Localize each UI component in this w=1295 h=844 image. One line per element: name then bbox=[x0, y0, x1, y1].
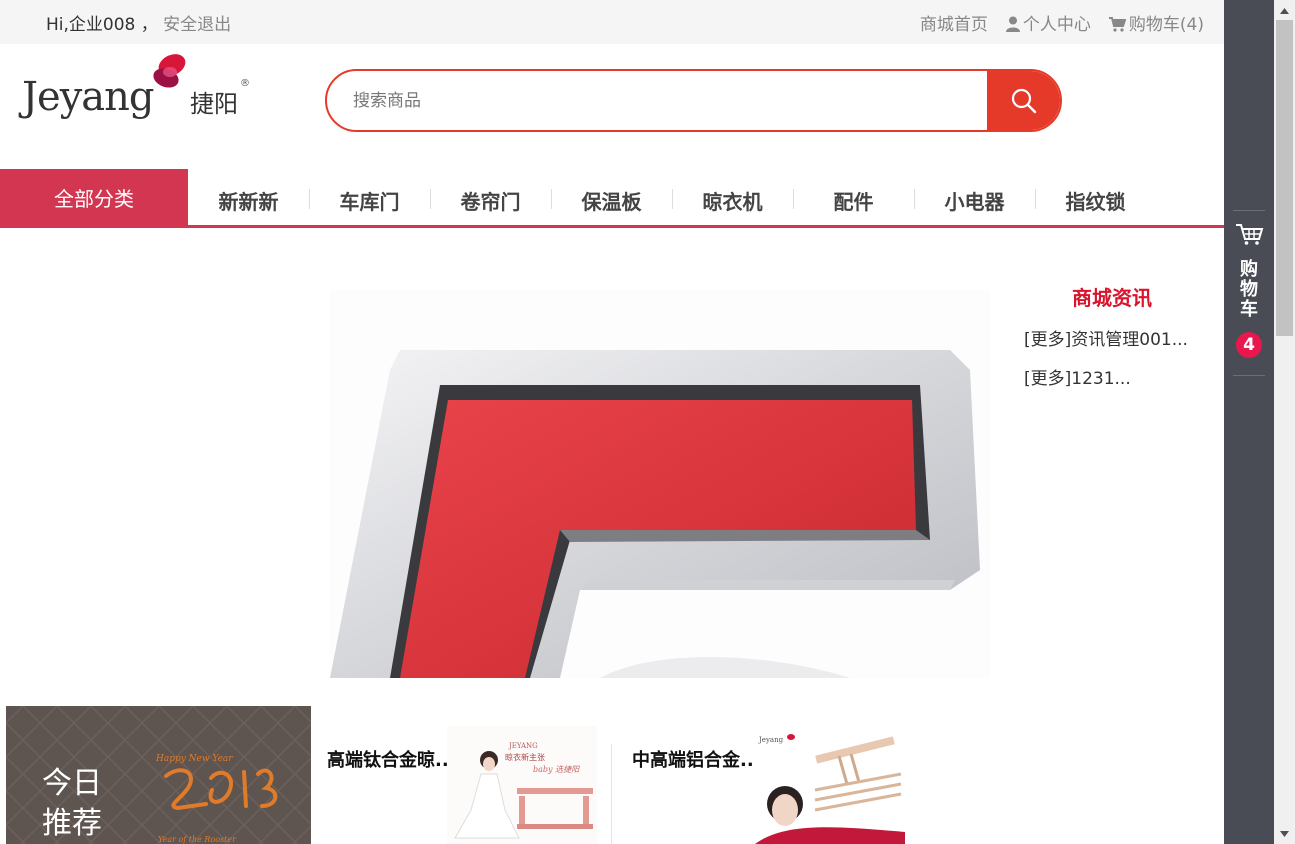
banner-image bbox=[330, 350, 980, 678]
product-name: 高端钛合金晾... bbox=[327, 750, 456, 771]
product-card[interactable]: 中高端铝合金... Jeyang bbox=[632, 706, 912, 844]
product-image: Jeyang bbox=[755, 726, 905, 844]
all-categories-button[interactable]: 全部分类 bbox=[0, 169, 188, 226]
account-link[interactable]: 个人中心 bbox=[1005, 10, 1091, 35]
today-label-line2: 推荐 bbox=[42, 806, 102, 841]
cart-link[interactable]: 购物车(4) bbox=[1108, 10, 1204, 35]
sidebar-cart-char: 车 bbox=[1240, 299, 1258, 320]
nav-item-accessories[interactable]: 配件 bbox=[793, 169, 914, 226]
cart-icon bbox=[1108, 17, 1126, 32]
nav-item-garage-door[interactable]: 车库门 bbox=[309, 169, 430, 226]
news-title: 商城资讯 bbox=[1072, 286, 1152, 310]
promo-banner[interactable] bbox=[330, 290, 990, 678]
sidebar-cart-char: 物 bbox=[1240, 279, 1258, 300]
svg-text:Happy New Year: Happy New Year bbox=[155, 754, 233, 764]
nav-item-fingerprint-lock[interactable]: 指纹锁 bbox=[1035, 169, 1156, 226]
sidebar-cart-label: 购 物 车 bbox=[1224, 260, 1274, 320]
logo-text-en: Jeyang bbox=[22, 74, 155, 120]
logo-mark-icon bbox=[153, 54, 186, 88]
sidebar-divider bbox=[1233, 210, 1265, 211]
nav-item-insulation-board[interactable]: 保温板 bbox=[551, 169, 672, 226]
page-scrollbar[interactable] bbox=[1274, 0, 1295, 844]
sidebar-cart-char: 购 bbox=[1240, 259, 1258, 280]
main-nav: 全部分类 新新新 车库门 卷帘门 保温板 晾衣机 配件 小电器 指纹锁 bbox=[0, 169, 1224, 228]
scroll-down-button[interactable] bbox=[1274, 825, 1295, 842]
sidebar-cart-button[interactable]: 购 物 车 4 bbox=[1224, 222, 1274, 358]
site-logo[interactable]: Jeyang 捷阳 ® bbox=[22, 52, 252, 124]
scroll-up-button[interactable] bbox=[1274, 2, 1295, 19]
top-bar: Hi,企业008 ， 安全退出 商城首页 个人中心 购物车(4) bbox=[0, 0, 1224, 44]
mall-news: 商城资讯 [更多]资讯管理001... [更多]1231... bbox=[1024, 282, 1214, 389]
cart-count-badge: 4 bbox=[1236, 332, 1262, 358]
logo-text-cn: 捷阳 bbox=[190, 90, 238, 118]
product-image: JEYANG 晾衣新主张 baby 选捷阳 bbox=[447, 726, 597, 844]
top-links: 商城首页 个人中心 购物车(4) bbox=[920, 10, 1204, 35]
news-item[interactable]: [更多]资讯管理001... bbox=[1024, 325, 1214, 350]
nav-list: 新新新 车库门 卷帘门 保温板 晾衣机 配件 小电器 指纹锁 bbox=[188, 169, 1156, 226]
user-greeting-area: Hi,企业008 ， 安全退出 bbox=[46, 10, 231, 35]
product-card[interactable]: 高端钛合金晾... JEYANG 晾衣新主张 baby 选捷阳 bbox=[327, 706, 611, 844]
sidebar-cart-icon bbox=[1236, 224, 1264, 245]
greeting-text: Hi,企业008 bbox=[46, 15, 136, 35]
sidebar-divider bbox=[1233, 375, 1265, 376]
svg-text:Jeyang: Jeyang bbox=[758, 736, 784, 744]
page: Hi,企业008 ， 安全退出 商城首页 个人中心 购物车(4) Jeyang … bbox=[0, 0, 1295, 844]
product-photo: Jeyang bbox=[755, 726, 905, 844]
greeting-separator: ， bbox=[140, 15, 158, 35]
cart-link-label: 购物车(4) bbox=[1128, 15, 1204, 35]
nav-item-small-appliances[interactable]: 小电器 bbox=[914, 169, 1035, 226]
today-recommend-panel[interactable]: Happy New Year Year of the Rooster 今日 推荐 bbox=[6, 706, 311, 844]
account-link-label: 个人中心 bbox=[1022, 15, 1091, 35]
nav-item-xinxinxin[interactable]: 新新新 bbox=[188, 169, 309, 226]
search-box bbox=[325, 69, 1062, 132]
scroll-down-icon bbox=[1280, 830, 1289, 837]
product-name: 中高端铝合金... bbox=[632, 750, 761, 771]
scrollbar-thumb[interactable] bbox=[1276, 20, 1293, 336]
today-recommend-label: 今日 推荐 bbox=[42, 764, 102, 844]
logout-link[interactable]: 安全退出 bbox=[163, 15, 231, 35]
logo-registered-mark: ® bbox=[240, 78, 250, 89]
search-input[interactable] bbox=[327, 71, 989, 130]
product-divider bbox=[611, 744, 612, 844]
search-button[interactable] bbox=[987, 71, 1060, 130]
product-photo: JEYANG 晾衣新主张 baby 选捷阳 bbox=[447, 726, 597, 844]
nav-item-rolling-door[interactable]: 卷帘门 bbox=[430, 169, 551, 226]
scroll-up-icon bbox=[1280, 7, 1289, 14]
svg-text:baby 选捷阳: baby 选捷阳 bbox=[533, 765, 580, 774]
right-sidebar: 购 物 车 4 bbox=[1224, 0, 1274, 844]
today-label-line1: 今日 bbox=[42, 766, 102, 801]
user-icon bbox=[1005, 16, 1020, 32]
search-icon bbox=[1011, 88, 1036, 113]
news-item[interactable]: [更多]1231... bbox=[1024, 364, 1214, 389]
svg-text:Year of the Rooster: Year of the Rooster bbox=[158, 835, 237, 844]
home-link[interactable]: 商城首页 bbox=[920, 10, 988, 35]
svg-text:晾衣新主张: 晾衣新主张 bbox=[505, 752, 545, 762]
svg-text:JEYANG: JEYANG bbox=[508, 742, 538, 750]
nav-item-clothes-dryer[interactable]: 晾衣机 bbox=[672, 169, 793, 226]
